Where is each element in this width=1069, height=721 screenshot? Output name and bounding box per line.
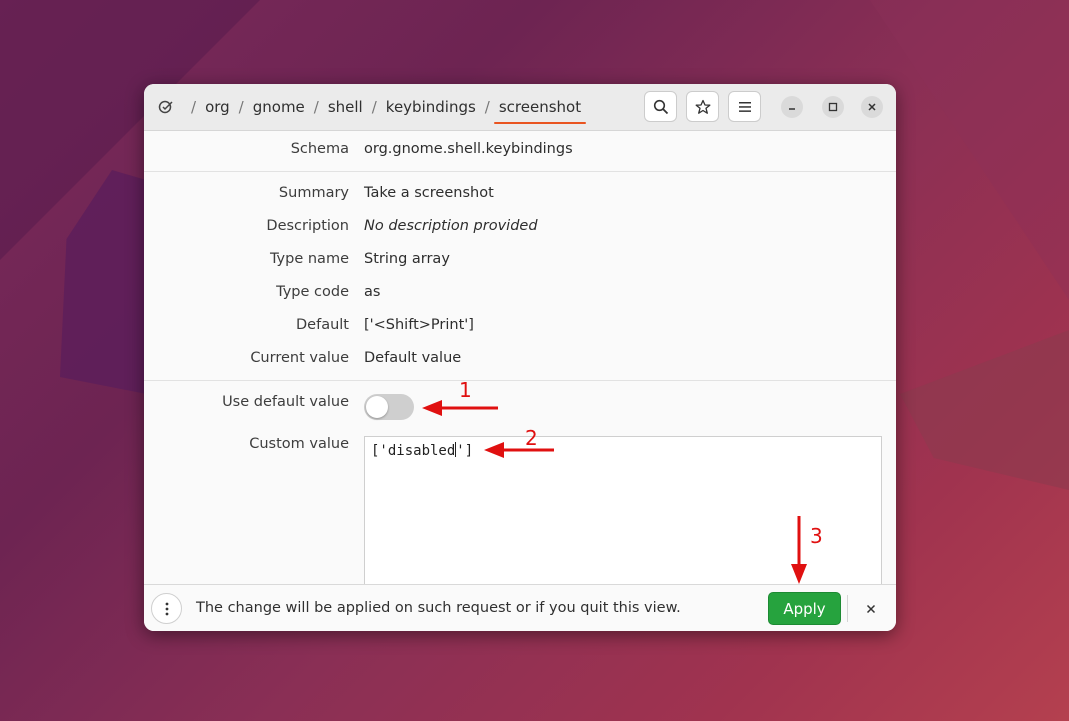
current-value-label: Current value bbox=[250, 350, 349, 366]
header-bar: / org / gnome / shell / keybindings / sc… bbox=[144, 84, 896, 131]
breadcrumb: / org / gnome / shell / keybindings / sc… bbox=[158, 84, 587, 130]
custom-value-text-before-caret: ['disabled bbox=[371, 443, 456, 459]
toggle-knob bbox=[366, 396, 388, 418]
close-icon bbox=[866, 604, 876, 613]
breadcrumb-item-screenshot[interactable]: screenshot bbox=[493, 98, 587, 124]
type-code-value: as bbox=[364, 284, 381, 300]
breadcrumb-item-gnome[interactable]: gnome bbox=[253, 98, 305, 116]
type-name-value: String array bbox=[364, 251, 450, 267]
annotation-label-3: 3 bbox=[810, 524, 823, 548]
apply-button[interactable]: Apply bbox=[768, 592, 841, 625]
default-value: ['<Shift>Print'] bbox=[364, 317, 474, 333]
minimize-button[interactable] bbox=[781, 96, 803, 118]
info-bar-message: The change will be applied on such reque… bbox=[196, 600, 681, 616]
breadcrumb-separator: / bbox=[484, 98, 490, 116]
breadcrumb-separator: / bbox=[238, 98, 244, 116]
divider bbox=[144, 171, 896, 172]
maximize-icon bbox=[828, 102, 838, 112]
search-button[interactable] bbox=[644, 91, 677, 122]
custom-value-label: Custom value bbox=[249, 436, 349, 452]
wallpaper-shape bbox=[900, 330, 1069, 490]
maximize-button[interactable] bbox=[822, 96, 844, 118]
minimize-icon bbox=[789, 108, 795, 110]
dconf-app-icon[interactable] bbox=[158, 99, 174, 115]
breadcrumb-item-keybindings[interactable]: keybindings bbox=[386, 98, 476, 116]
close-icon bbox=[868, 103, 876, 111]
main-menu-button[interactable] bbox=[728, 91, 761, 122]
summary-label: Summary bbox=[278, 185, 349, 201]
schema-value: org.gnome.shell.keybindings bbox=[364, 141, 573, 157]
bookmark-button[interactable] bbox=[686, 91, 719, 122]
default-label: Default bbox=[296, 317, 349, 333]
annotation-label-2: 2 bbox=[525, 426, 538, 450]
breadcrumb-separator: / bbox=[313, 98, 319, 116]
star-icon bbox=[695, 99, 710, 114]
divider bbox=[144, 380, 896, 381]
info-bar: The change will be applied on such reque… bbox=[144, 584, 896, 631]
summary-value: Take a screenshot bbox=[364, 185, 494, 201]
description-value: No description provided bbox=[364, 218, 538, 234]
custom-value-textarea[interactable]: ['disabled'] bbox=[364, 436, 882, 596]
breadcrumb-item-org[interactable]: org bbox=[205, 98, 230, 116]
more-options-button[interactable] bbox=[151, 593, 182, 624]
vertical-ellipsis-icon bbox=[165, 602, 168, 615]
close-window-button[interactable] bbox=[861, 96, 883, 118]
schema-label: Schema bbox=[290, 141, 349, 157]
description-label: Description bbox=[266, 218, 349, 234]
type-code-label: Type code bbox=[276, 284, 349, 300]
search-icon bbox=[653, 99, 668, 114]
type-name-label: Type name bbox=[269, 251, 349, 267]
custom-value-text-after-caret: '] bbox=[456, 443, 474, 459]
dismiss-info-bar-button[interactable] bbox=[860, 595, 882, 622]
annotation-label-1: 1 bbox=[459, 378, 472, 402]
use-default-label: Use default value bbox=[222, 394, 349, 410]
hamburger-menu-icon bbox=[738, 101, 751, 112]
use-default-toggle[interactable] bbox=[364, 394, 414, 420]
divider bbox=[847, 595, 848, 622]
breadcrumb-item-shell[interactable]: shell bbox=[328, 98, 363, 116]
breadcrumb-separator: / bbox=[191, 98, 197, 116]
current-value-value: Default value bbox=[364, 350, 462, 366]
breadcrumb-separator: / bbox=[371, 98, 377, 116]
dconf-editor-window: / org / gnome / shell / keybindings / sc… bbox=[144, 84, 896, 631]
